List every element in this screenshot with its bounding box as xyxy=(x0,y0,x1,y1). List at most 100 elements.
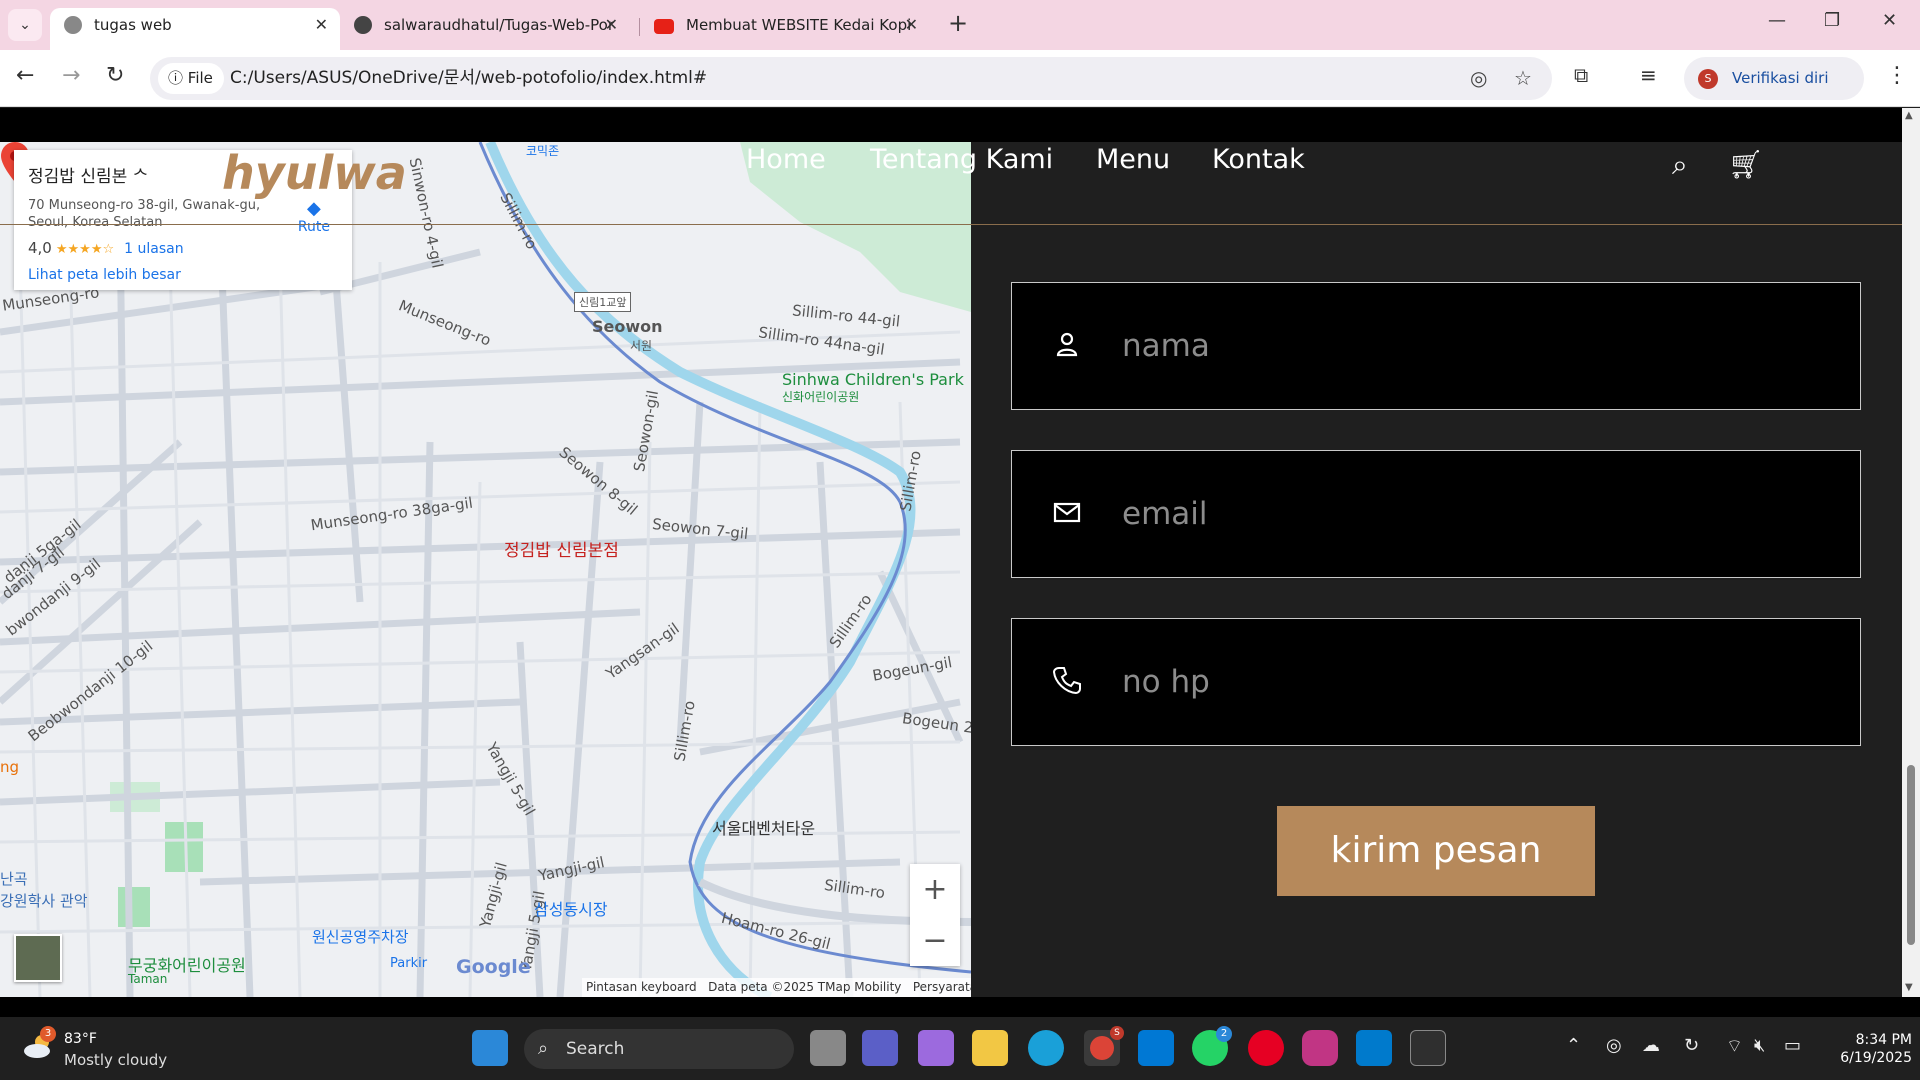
scrollbar-thumb[interactable] xyxy=(1907,765,1915,945)
route-button[interactable]: ◆ Rute xyxy=(298,198,330,235)
name-placeholder: nama xyxy=(1122,328,1210,364)
vscode-icon[interactable] xyxy=(1356,1030,1392,1066)
weather-temp[interactable]: 83°F xyxy=(64,1031,97,1047)
bookmark-star-icon[interactable]: ☆ xyxy=(1514,66,1532,90)
close-icon[interactable]: ✕ xyxy=(905,8,918,42)
teams-icon[interactable] xyxy=(862,1030,898,1066)
pinterest-icon[interactable] xyxy=(1248,1030,1284,1066)
close-icon[interactable]: ✕ xyxy=(315,8,328,42)
zoom-control: + − xyxy=(910,864,960,966)
weather-badge: 3 xyxy=(40,1026,56,1042)
tray-overflow-icon[interactable]: ⌃ xyxy=(1566,1035,1581,1056)
directions-icon: ◆ xyxy=(307,198,321,219)
zoom-out-button[interactable]: − xyxy=(910,915,960,966)
whatsapp-icon[interactable]: 2 xyxy=(1192,1026,1232,1066)
battery-icon[interactable]: ▭ xyxy=(1784,1035,1801,1056)
instagram-icon[interactable] xyxy=(1302,1030,1338,1066)
stars-icon: ★★★★☆ xyxy=(55,242,115,257)
terms-link[interactable]: Persyaratan xyxy=(913,980,971,994)
map-label: 삼성동시장 xyxy=(534,900,608,919)
nav-home[interactable]: Home xyxy=(746,144,826,175)
windows-start-icon[interactable] xyxy=(472,1030,508,1066)
tab-search-button[interactable]: ⌄ xyxy=(8,9,42,41)
extensions-icon[interactable]: ⧉ xyxy=(1574,63,1588,87)
phone-field[interactable]: no hp xyxy=(1011,618,1861,746)
page-top-band xyxy=(0,108,1902,142)
tab-youtube[interactable]: Membuat WEBSITE Kedai Kopi ✕ xyxy=(640,8,930,50)
address-bar[interactable]: ⓘ File C:/Users/ASUS/OneDrive/문서/web-pot… xyxy=(150,57,1552,100)
close-icon[interactable]: ✕ xyxy=(605,8,618,42)
tab-tugas-web[interactable]: tugas web ✕ xyxy=(50,8,340,50)
taskbar: 3 83°F Mostly cloudy ⌕ Search S 2 ⌃ ◎ ☁ … xyxy=(0,1017,1920,1080)
url-text[interactable]: C:/Users/ASUS/OneDrive/문서/web-potofolio/… xyxy=(230,57,707,100)
terminal-icon[interactable] xyxy=(1410,1030,1446,1066)
new-tab-button[interactable]: + xyxy=(948,9,968,37)
map-label: ng xyxy=(0,758,20,776)
volume-muted-icon[interactable]: 🔇︎ xyxy=(1754,1035,1765,1056)
file-explorer-icon[interactable] xyxy=(972,1030,1008,1066)
embedded-map[interactable]: Munseong-ro Munseong-ro Sinwon-ro 4-gil … xyxy=(0,142,971,997)
minimize-button[interactable]: — xyxy=(1768,10,1786,31)
page-scrollbar[interactable]: ▲ ▼ xyxy=(1902,108,1920,997)
phone-placeholder: no hp xyxy=(1122,664,1210,700)
browser-toolbar: ← → ↻ ⓘ File C:/Users/ASUS/OneDrive/문서/w… xyxy=(0,50,1920,130)
site-info-chip[interactable]: ⓘ File xyxy=(158,63,224,94)
forward-button[interactable]: → xyxy=(62,63,80,88)
tab-github[interactable]: salwaraudhatul/Tugas-Web-Por ✕ xyxy=(340,8,630,50)
sync-icon[interactable]: ↻ xyxy=(1684,1035,1699,1056)
park-label-kr: 신화어린이공원 xyxy=(782,390,860,404)
microsoft-store-icon[interactable] xyxy=(1138,1030,1174,1066)
onedrive-icon[interactable]: ☁ xyxy=(1642,1035,1660,1056)
map-label: 서울대벤처타운 xyxy=(712,819,816,838)
site-logo[interactable]: hyulwa xyxy=(222,146,407,200)
submit-button[interactable]: kirim pesan xyxy=(1277,806,1595,896)
restore-button[interactable]: ❐ xyxy=(1824,10,1840,31)
map-label: 원신공영주차장 xyxy=(312,928,409,946)
shopping-cart-icon[interactable]: 🛒︎ xyxy=(1728,148,1764,181)
name-field[interactable]: nama xyxy=(1011,282,1861,410)
reviews-link[interactable]: 1 ulasan xyxy=(124,241,183,257)
eye-off-icon[interactable]: ◎ xyxy=(1470,66,1487,90)
media-control-icon[interactable]: ≡ xyxy=(1640,63,1657,87)
keyboard-shortcuts-link[interactable]: Pintasan keyboard xyxy=(586,980,697,994)
profile-button[interactable]: S Verifikasi diri Anda xyxy=(1684,57,1864,130)
mail-icon xyxy=(1053,502,1081,523)
weather-desc[interactable]: Mostly cloudy xyxy=(64,1051,167,1069)
google-logo: Google xyxy=(456,956,531,978)
search-icon[interactable]: ⌕ xyxy=(1672,148,1688,182)
reload-button[interactable]: ↻ xyxy=(106,63,124,88)
nav-menu[interactable]: Menu xyxy=(1096,144,1170,175)
email-field[interactable]: email xyxy=(1011,450,1861,578)
copilot-icon[interactable] xyxy=(918,1030,954,1066)
scroll-up-arrow-icon[interactable]: ▲ xyxy=(1905,110,1913,121)
map-data-text: Data peta ©2025 TMap Mobility xyxy=(708,980,902,994)
scroll-down-arrow-icon[interactable]: ▼ xyxy=(1905,982,1913,993)
station-label: 신림1교앞 xyxy=(574,292,632,312)
task-view-icon[interactable] xyxy=(810,1030,846,1066)
taskbar-search[interactable]: ⌕ Search xyxy=(524,1029,794,1069)
larger-map-link[interactable]: Lihat peta lebih besar xyxy=(28,267,338,283)
tray-app-icon[interactable]: ◎ xyxy=(1606,1035,1622,1056)
youtube-icon xyxy=(654,19,674,34)
nav-kontak[interactable]: Kontak xyxy=(1212,144,1305,175)
menu-kebab-icon[interactable]: ⋮ xyxy=(1886,63,1908,88)
map-label: 난곡 xyxy=(0,870,28,888)
tab-title: salwaraudhatul/Tugas-Web-Por xyxy=(384,16,615,34)
chrome-icon[interactable]: S xyxy=(1084,1026,1124,1066)
place-rating: 4,0 ★★★★☆ 1 ulasan xyxy=(28,239,184,257)
window-close-button[interactable]: ✕ xyxy=(1882,10,1897,31)
tab-title: Membuat WEBSITE Kedai Kopi xyxy=(686,16,912,34)
nav-tentang-kami[interactable]: Tentang Kami xyxy=(870,144,1053,175)
edge-icon[interactable] xyxy=(1028,1030,1064,1066)
satellite-toggle[interactable] xyxy=(14,934,62,982)
back-button[interactable]: ← xyxy=(16,63,34,88)
page-viewport: Munseong-ro Munseong-ro Sinwon-ro 4-gil … xyxy=(0,108,1902,997)
email-placeholder: email xyxy=(1122,496,1208,532)
whatsapp-badge: 2 xyxy=(1216,1026,1232,1042)
clock[interactable]: 8:34 PM 6/19/2025 xyxy=(1816,1031,1912,1067)
place-address: 70 Munseong-ro 38-gil, Gwanak-gu, Seoul,… xyxy=(28,198,261,230)
avatar: S xyxy=(1698,69,1718,89)
zoom-in-button[interactable]: + xyxy=(910,864,960,915)
wifi-icon[interactable]: ⌔ xyxy=(1726,1035,1743,1058)
clock-date: 6/19/2025 xyxy=(1840,1050,1912,1066)
